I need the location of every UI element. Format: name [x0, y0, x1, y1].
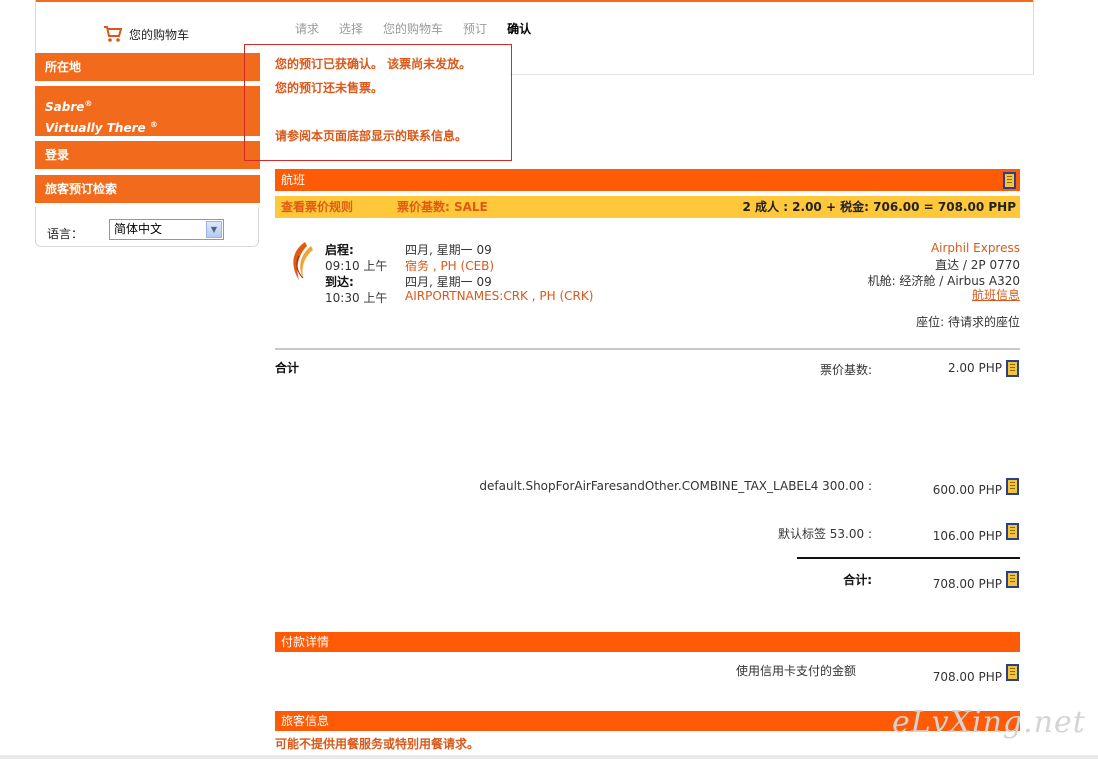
- arrive-time: 10:30 上午: [325, 291, 388, 305]
- flight-info-link[interactable]: 航班信息: [972, 286, 1020, 303]
- step-book: 预订: [463, 22, 488, 36]
- flight-section-header: 航班: [275, 169, 1020, 191]
- cart-icon: [103, 25, 123, 43]
- right-border: [1033, 0, 1034, 74]
- window-bottom-edge: [0, 755, 1098, 759]
- calculator-icon[interactable]: [1006, 360, 1019, 377]
- confirmation-line-2: 您的预订还未售票。: [275, 81, 384, 95]
- step-cart: 您的购物车: [383, 22, 444, 36]
- totals-divider: [275, 348, 1020, 350]
- flight-section-title: 航班: [281, 173, 306, 187]
- base-fare-value: 2.00 PHP: [947, 361, 1002, 375]
- language-label: 语言：: [47, 227, 84, 241]
- calculator-icon[interactable]: [1006, 664, 1019, 681]
- sidebar-login[interactable]: 登录: [35, 141, 260, 171]
- arrive-date: 四月, 星期一 09: [405, 275, 492, 289]
- confirmation-line-1: 您的预订已获确认。 该票尚未发放。: [275, 57, 472, 71]
- seat-status: 座位: 待请求的座位: [916, 315, 1020, 329]
- left-border: [35, 0, 36, 52]
- watermark: eLvXing.net: [892, 705, 1086, 740]
- tax1-value: 600.00 PHP: [932, 483, 1002, 497]
- step-confirm: 确认: [507, 22, 532, 36]
- language-value: 简体中文: [114, 222, 163, 236]
- top-border: [35, 0, 1033, 2]
- sidebar-traveler-search[interactable]: 旅客预订检索: [35, 175, 260, 205]
- fare-info-bar: 查看票价规则 票价基数: SALE 2 成人 : 2.00 + 税金: 706.…: [275, 196, 1020, 218]
- fare-basis: 票价基数: SALE: [397, 200, 488, 214]
- calculator-icon[interactable]: [1006, 523, 1019, 540]
- cart-label: 您的购物车: [129, 27, 190, 42]
- calculator-icon[interactable]: [1006, 478, 1019, 495]
- fare-rules-link[interactable]: 查看票价规则: [281, 196, 353, 218]
- totals-heading: 合计: [275, 361, 300, 375]
- tax2-label: 默认标签 53.00 :: [777, 527, 872, 541]
- depart-date: 四月, 星期一 09: [405, 243, 492, 257]
- calculator-icon[interactable]: [1003, 172, 1016, 189]
- arrive-label: 到达:: [325, 275, 354, 289]
- step-request: 请求: [295, 22, 320, 36]
- booking-steps: 请求 选择 您的购物车 预订 确认: [295, 20, 531, 37]
- nonstop-flight-number: 直达 / 2P 0770: [935, 258, 1020, 272]
- shopping-cart-link[interactable]: 您的购物车: [103, 25, 189, 43]
- calculator-icon[interactable]: [1006, 571, 1019, 588]
- tax2-value: 106.00 PHP: [932, 529, 1002, 543]
- payment-section-title: 付款详情: [281, 635, 330, 649]
- virtually-there-label: Virtually There: [45, 121, 146, 135]
- sum-divider: [797, 557, 1020, 559]
- sum-label: 合计:: [843, 573, 872, 587]
- base-fare-label: 票价基数:: [819, 363, 872, 377]
- sabre-label: Sabre: [45, 100, 85, 114]
- header-divider: [510, 74, 1034, 75]
- confirmation-line-3: 请参阅本页面底部显示的联系信息。: [275, 129, 468, 143]
- sidebar-virtually-there[interactable]: Sabre® Virtually There ®: [35, 86, 260, 138]
- meal-note: 可能不提供用餐服务或特别用餐请求。: [275, 737, 480, 751]
- arrive-place: AIRPORTNAMES:CRK , PH (CRK): [405, 289, 594, 303]
- payment-section-header: 付款详情: [275, 632, 1020, 652]
- chevron-down-icon[interactable]: ▼: [206, 221, 222, 238]
- depart-label: 启程:: [325, 243, 354, 257]
- sidebar-location[interactable]: 所在地: [35, 53, 260, 83]
- fare-total-summary: 2 成人 : 2.00 + 税金: 706.00 = 708.00 PHP: [742, 200, 1016, 214]
- language-select[interactable]: 简体中文 ▼: [109, 219, 224, 240]
- depart-place: 宿务 , PH (CEB): [405, 259, 495, 273]
- airline-logo-icon: [285, 240, 317, 282]
- tax1-label: default.ShopForAirFaresandOther.COMBINE_…: [479, 479, 872, 493]
- card-payment-value: 708.00 PHP: [932, 670, 1002, 684]
- card-payment-label: 使用信用卡支付的金额: [735, 664, 856, 678]
- depart-time: 09:10 上午: [325, 259, 388, 273]
- airline-name: Airphil Express: [930, 241, 1020, 255]
- sum-value: 708.00 PHP: [932, 577, 1002, 591]
- traveler-section-title: 旅客信息: [281, 714, 330, 728]
- step-select: 选择: [339, 22, 364, 36]
